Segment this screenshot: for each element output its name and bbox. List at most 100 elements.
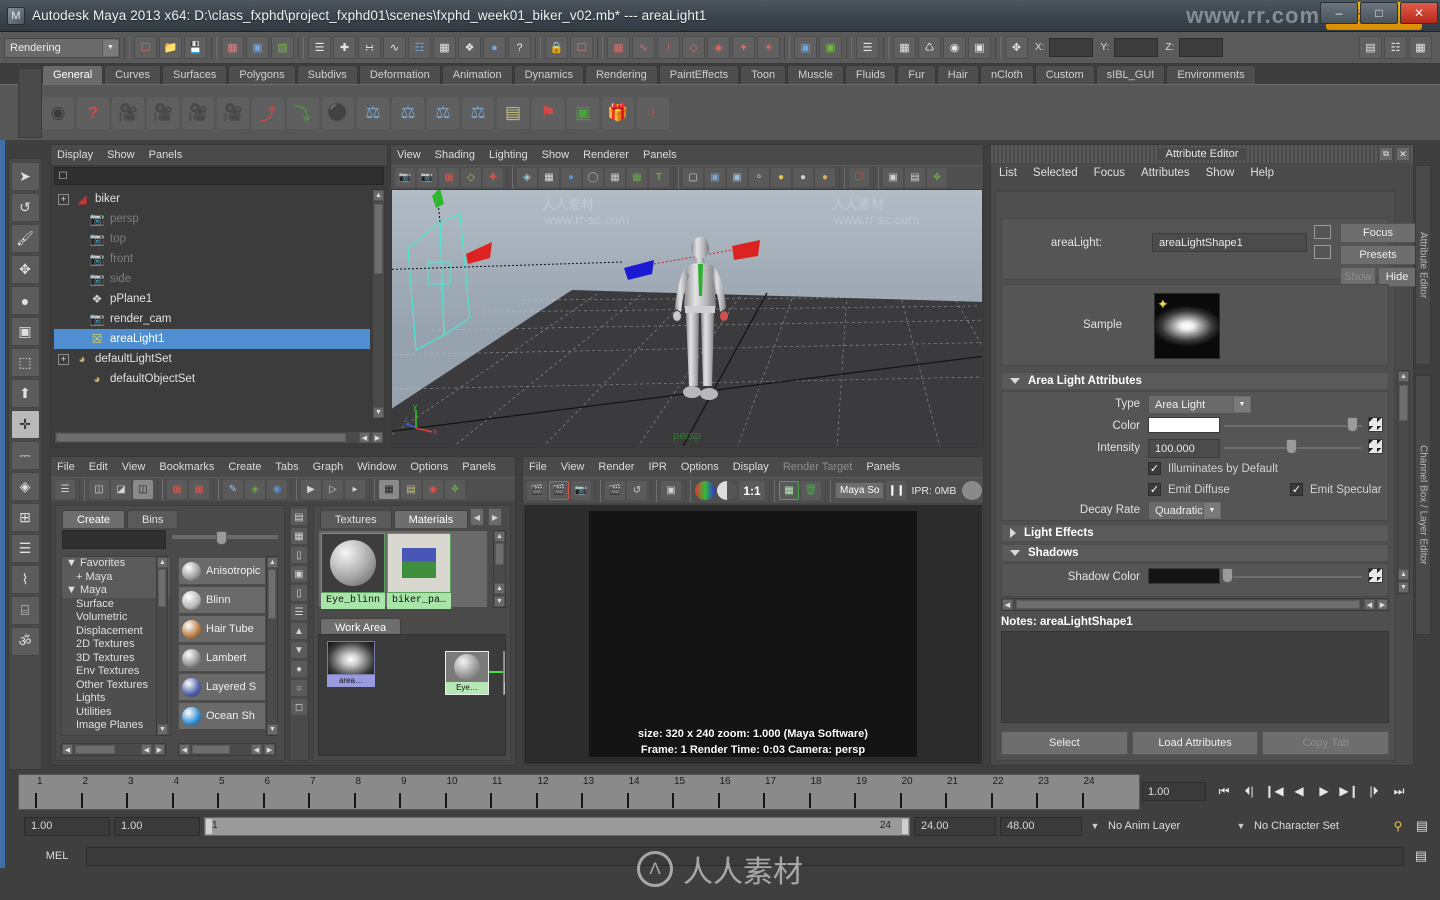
- viewport-menu-lighting[interactable]: Lighting: [489, 149, 528, 161]
- graph-network-icon[interactable]: ◉: [267, 480, 287, 499]
- open-scene-icon[interactable]: 📁: [159, 36, 182, 59]
- red-dots-icon[interactable]: ⁝: [637, 96, 669, 129]
- shelf-tab-painteffects[interactable]: PaintEffects: [658, 65, 740, 84]
- shelf-tab-muscle[interactable]: Muscle: [787, 65, 844, 84]
- create-node-tree[interactable]: ▼ Favorites + Maya ▼ Maya Surface Volumetric…: [61, 556, 171, 736]
- xray-mode-icon[interactable]: ▣: [883, 168, 903, 187]
- camera-aim-icon[interactable]: 🎥: [147, 96, 179, 129]
- scroll-thumb[interactable]: [158, 569, 166, 607]
- xray-icon[interactable]: ▦: [605, 168, 625, 187]
- work-node-area-light[interactable]: area…: [327, 641, 375, 687]
- expand-icon[interactable]: +: [58, 193, 69, 205]
- connect-icon[interactable]: ●: [291, 661, 307, 677]
- step-forward-frame-button[interactable]: ▶❙: [1337, 780, 1361, 802]
- menu-set-selector[interactable]: Rendering ▼: [4, 37, 120, 58]
- biker-character-model[interactable]: [669, 236, 731, 441]
- scale-tool-icon[interactable]: ▣: [10, 317, 40, 346]
- attribute-editor-menu-focus[interactable]: Focus: [1094, 167, 1125, 179]
- show-downstream-icon[interactable]: ▤: [401, 480, 421, 499]
- scroll-down-icon[interactable]: ▼: [373, 407, 384, 418]
- scroll-left-icon[interactable]: ◀: [62, 744, 73, 755]
- attribute-editor-menu-show[interactable]: Show: [1206, 167, 1235, 179]
- red-arrow-icon[interactable]: ⤴: [252, 96, 284, 129]
- show-both-tabs-icon[interactable]: ◫: [133, 480, 153, 499]
- green-arrow-icon[interactable]: ⤵: [287, 96, 319, 129]
- snap-live-icon[interactable]: ☷: [408, 36, 431, 59]
- scroll-thumb[interactable]: [268, 569, 276, 619]
- ipr-render-icon[interactable]: 🎬: [605, 481, 625, 500]
- select-tool-icon[interactable]: ➤: [10, 162, 40, 191]
- emit-diffuse-checkbox[interactable]: ✓: [1148, 483, 1161, 496]
- hypershade-menu-options[interactable]: Options: [410, 461, 448, 473]
- viewport-menu-show[interactable]: Show: [542, 149, 570, 161]
- shadow-color-swatch[interactable]: [1148, 568, 1220, 584]
- renderer-selector[interactable]: Maya So: [835, 482, 885, 499]
- hypershade-tab-bins[interactable]: Bins: [127, 510, 179, 528]
- scroll-up-icon[interactable]: ▲: [1398, 371, 1409, 382]
- create-node-ocean-sh[interactable]: Ocean Sh: [178, 702, 266, 730]
- dock-attribute-editor[interactable]: Attribute Editor: [1415, 165, 1431, 365]
- alpha-channel-icon[interactable]: [717, 481, 737, 500]
- step-forward-keyframe-button[interactable]: |⏵: [1362, 780, 1386, 802]
- attribute-editor-menu-list[interactable]: List: [999, 167, 1017, 179]
- scroll-thumb[interactable]: [374, 204, 383, 274]
- sort-icon[interactable]: ▯: [291, 547, 307, 563]
- paint-select-tool-icon[interactable]: 🖌: [10, 224, 40, 253]
- snap-grid-icon[interactable]: ☰: [308, 36, 331, 59]
- browser-tab-materials[interactable]: Materials: [393, 510, 469, 528]
- work-node-blinn[interactable]: Eye…: [445, 651, 489, 695]
- camera-aim-up-icon[interactable]: 🎥: [182, 96, 214, 129]
- select-by-hierarchy-icon[interactable]: ▦: [221, 36, 244, 59]
- create-tree-item-lights[interactable]: Lights: [62, 692, 170, 706]
- scroll-down-icon[interactable]: ▼: [494, 596, 505, 607]
- lock-icon[interactable]: 🔒: [545, 36, 568, 59]
- sphere-trash-icon[interactable]: ⚫: [322, 96, 354, 129]
- persp-graph-layout-icon[interactable]: ⌇: [10, 565, 40, 594]
- outliner-item-arealight1[interactable]: ☒ areaLight1: [54, 329, 370, 349]
- filter-icon[interactable]: ▯: [291, 585, 307, 601]
- outliner-horizontal-scrollbar[interactable]: ◀ ▶: [54, 431, 384, 444]
- shelf-tab-deformation[interactable]: Deformation: [358, 65, 441, 84]
- color-slider-track[interactable]: [1224, 424, 1362, 427]
- hypershade-menu-create[interactable]: Create: [228, 461, 261, 473]
- attribute-editor-menu-help[interactable]: Help: [1250, 167, 1274, 179]
- create-node-lambert[interactable]: Lambert: [178, 644, 266, 672]
- clear-graph-icon[interactable]: ▦: [167, 480, 187, 499]
- create-node-layered-s[interactable]: Layered S: [178, 673, 266, 701]
- xray-joints-icon[interactable]: ▦: [627, 168, 647, 187]
- scroll-thumb[interactable]: [1016, 600, 1360, 609]
- film-gate-icon[interactable]: ▦: [539, 168, 559, 187]
- intensity-map-button[interactable]: [1368, 439, 1383, 454]
- shadow-color-slider-knob[interactable]: [1222, 568, 1233, 583]
- viewport-menu-view[interactable]: View: [397, 149, 421, 161]
- scroll-left-icon[interactable]: ◀: [251, 744, 262, 755]
- time-slider[interactable]: 1 2 3 4 5 6 7 8 9 10 11 12 13 14 15 16 17 18 19 20 21 22 23 24: [18, 774, 1140, 810]
- light-type-dropdown[interactable]: Area Light ▼: [1148, 395, 1252, 414]
- select-all-icon[interactable]: ◻: [291, 699, 307, 715]
- node-name-input[interactable]: areaLightShape1: [1152, 233, 1307, 252]
- show-tool-settings-icon[interactable]: ☷: [1384, 36, 1407, 59]
- step-back-frame-button[interactable]: ❙◀: [1262, 780, 1286, 802]
- red-marker-icon[interactable]: ⚑: [532, 96, 564, 129]
- deform-select-icon[interactable]: ◈: [707, 36, 730, 59]
- smooth-shade-all-icon[interactable]: ▣: [705, 168, 725, 187]
- notes-textarea[interactable]: [1001, 631, 1389, 723]
- create-size-slider-knob[interactable]: [216, 531, 227, 545]
- show-manip-toggle-icon[interactable]: ✥: [1005, 36, 1028, 59]
- range-handle-left[interactable]: [206, 818, 212, 834]
- gate-mask-icon[interactable]: ◯: [583, 168, 603, 187]
- text-icon[interactable]: T: [649, 168, 669, 187]
- pause-ipr-icon[interactable]: ❙❙: [886, 481, 907, 500]
- smooth-shade-selected-icon[interactable]: ▣: [727, 168, 747, 187]
- remove-image-icon[interactable]: 🗑: [801, 481, 821, 500]
- create-node-hair-tube[interactable]: Hair Tube: [178, 615, 266, 643]
- renderview-menu-panels[interactable]: Panels: [866, 461, 900, 473]
- hypershade-menu-file[interactable]: File: [57, 461, 75, 473]
- camera-stereo-icon[interactable]: 🎥: [217, 96, 249, 129]
- render-region-marquee-icon[interactable]: ▣: [661, 481, 681, 500]
- component-icon[interactable]: ❖: [927, 168, 947, 187]
- bookmarks-icon[interactable]: ▦: [439, 168, 459, 187]
- viewport-menu-shading[interactable]: Shading: [435, 149, 475, 161]
- show-bottom-tabs-icon[interactable]: ◪: [111, 480, 131, 499]
- render-globals-icon[interactable]: ●: [483, 36, 506, 59]
